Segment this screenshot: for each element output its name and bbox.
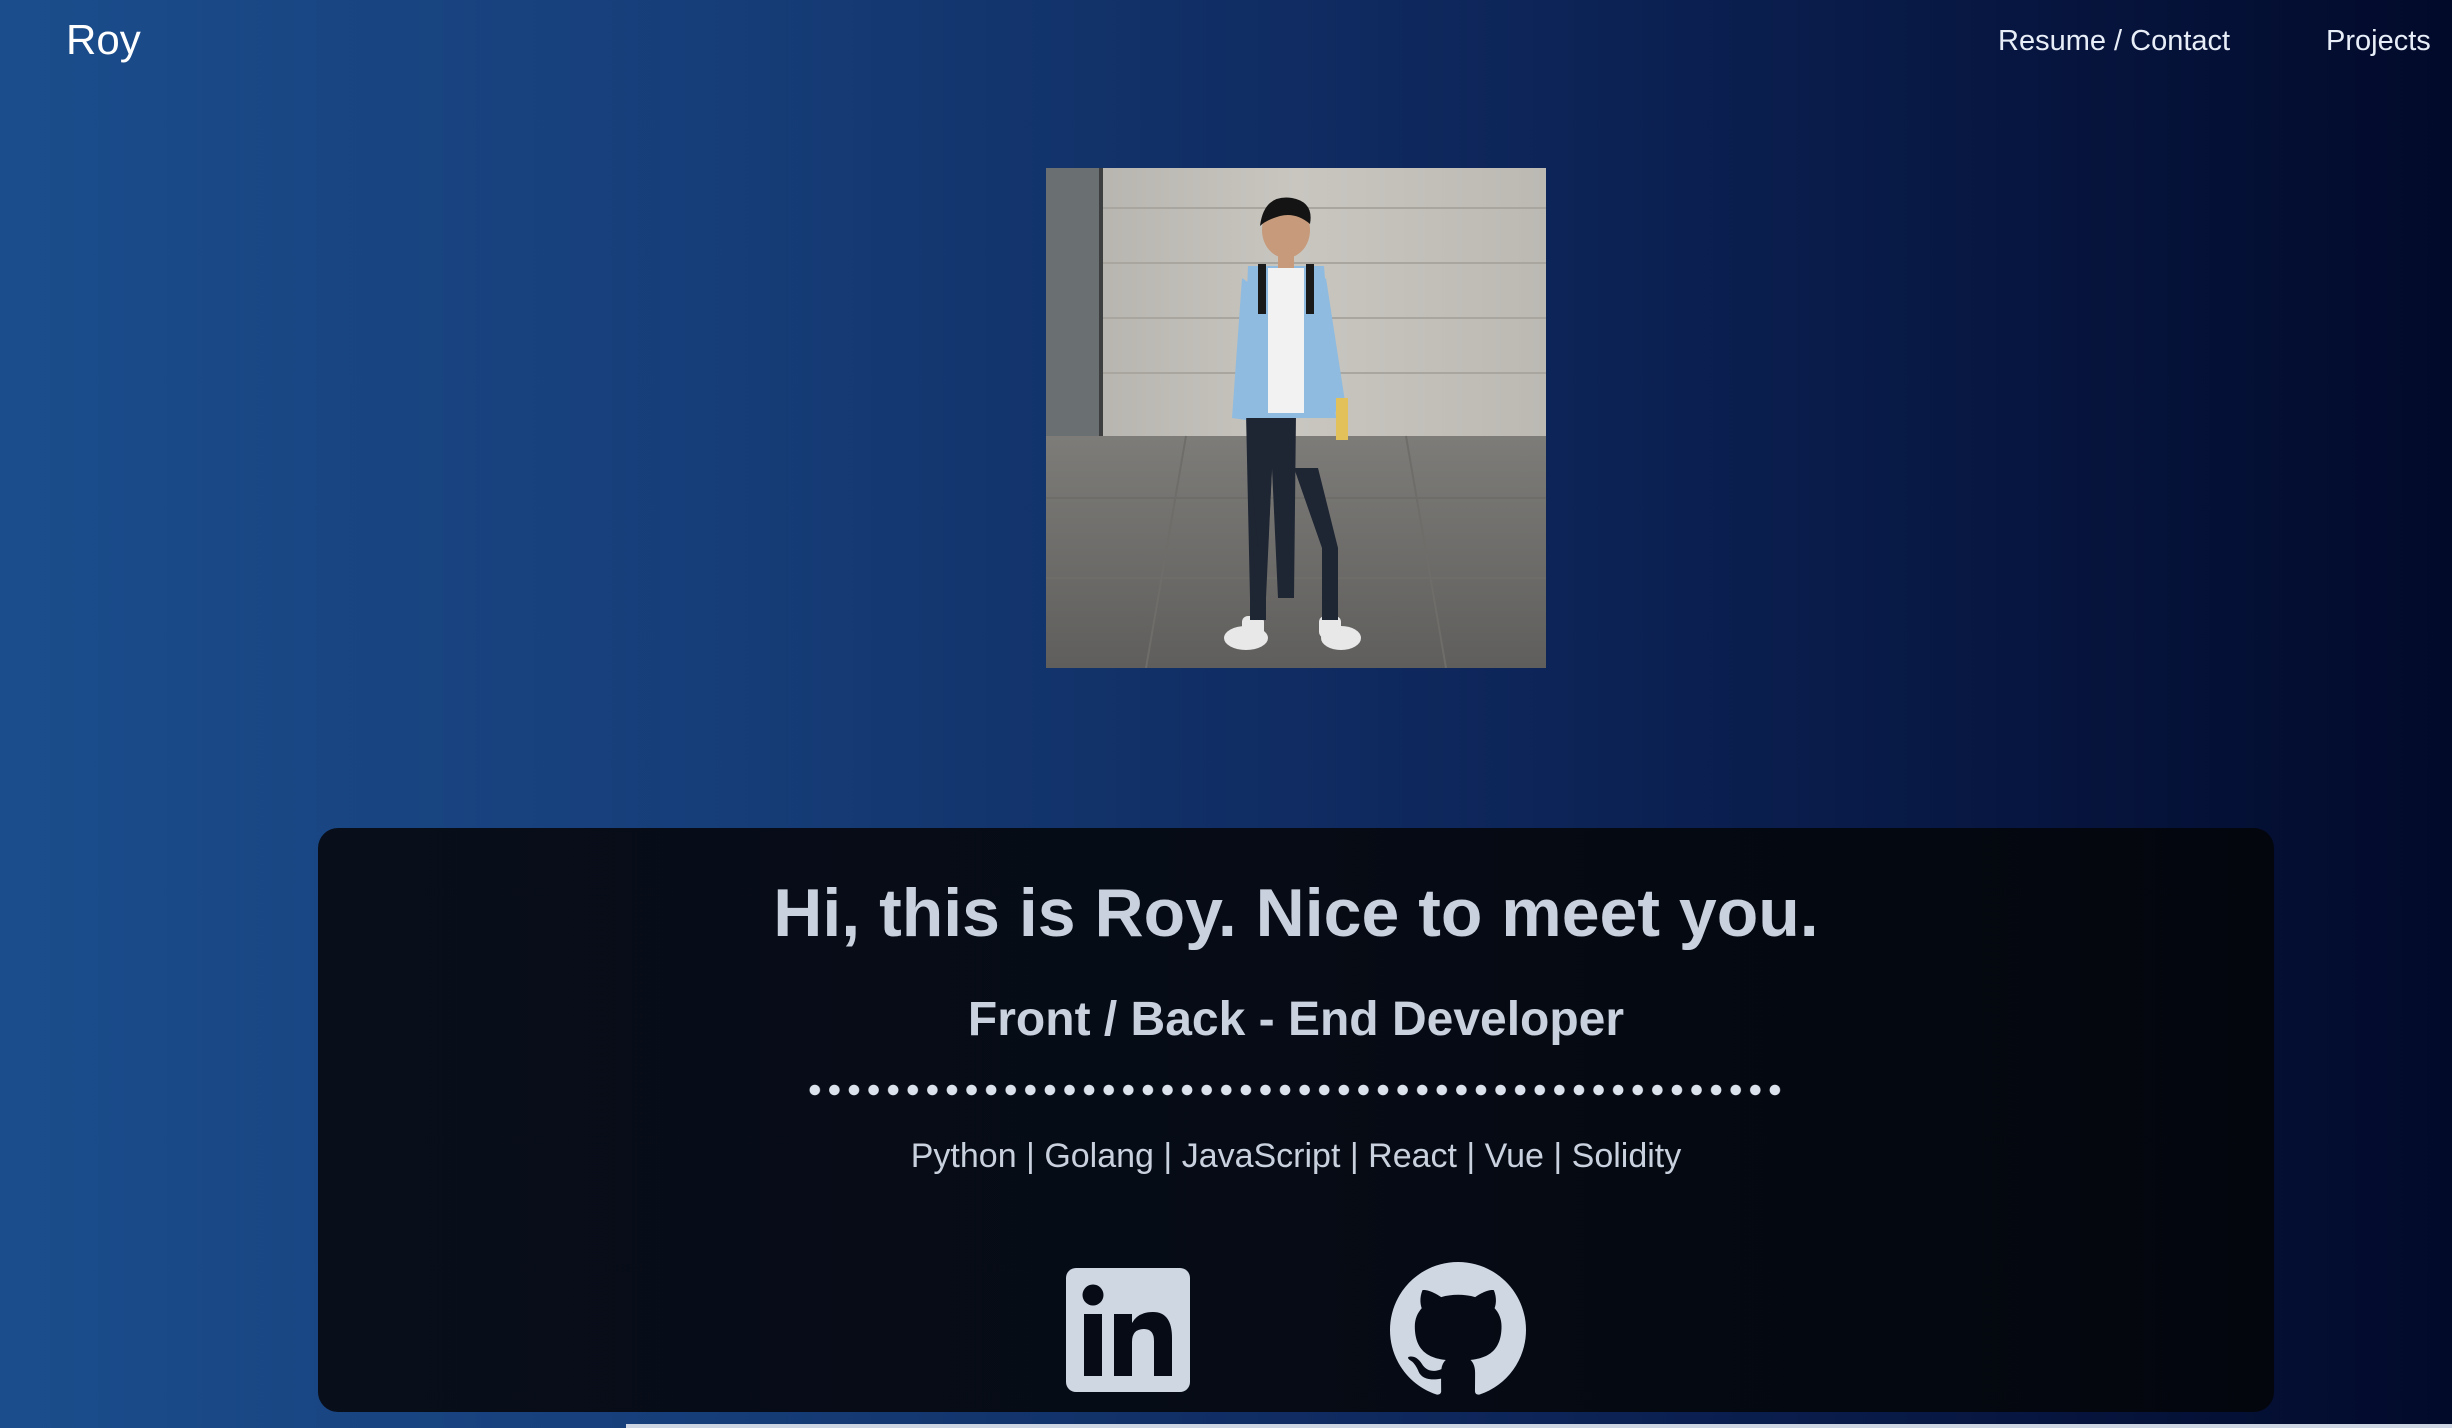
- github-icon: [1390, 1262, 1526, 1395]
- page-bottom-line: [626, 1424, 2452, 1428]
- linkedin-link[interactable]: [1066, 1268, 1190, 1392]
- nav-projects[interactable]: Projects: [2326, 22, 2431, 60]
- linkedin-icon: [1066, 1268, 1190, 1392]
- skills-list: Python | Golang | JavaScript | React | V…: [910, 1137, 1682, 1175]
- role-subheading: Front / Back - End Developer: [967, 993, 1625, 1046]
- brand-logo[interactable]: Roy: [66, 14, 141, 66]
- greeting-heading: Hi, this is Roy. Nice to meet you.: [773, 875, 1819, 951]
- github-link[interactable]: [1390, 1262, 1526, 1398]
- intro-card: Hi, this is Roy. Nice to meet you. Front…: [318, 828, 2274, 1412]
- profile-photo: [1046, 168, 1546, 668]
- nav-resume-contact[interactable]: Resume / Contact: [1998, 22, 2230, 60]
- dotted-divider: [805, 1083, 1785, 1097]
